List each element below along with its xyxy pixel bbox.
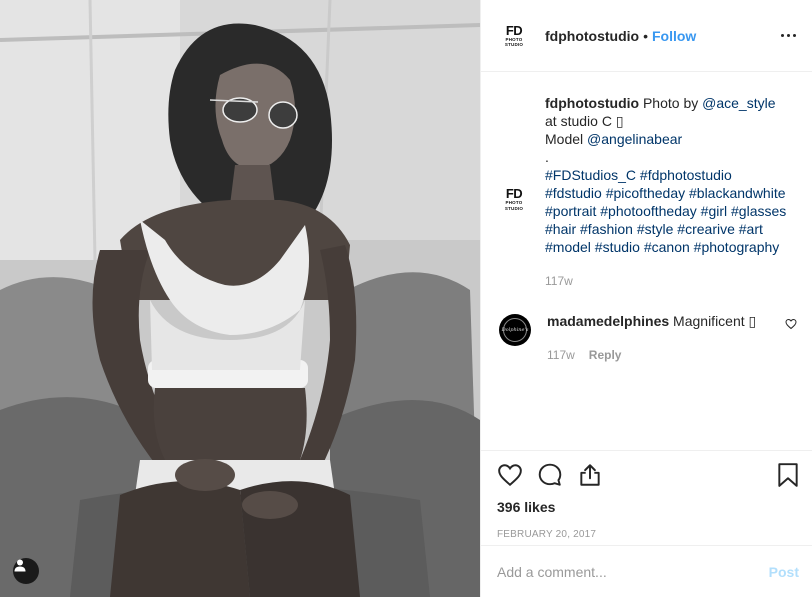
caption-part-0: Photo by <box>639 95 703 111</box>
profile-logo[interactable]: FD PHOTO STUDIO <box>499 21 529 51</box>
header-separator: • <box>643 27 648 44</box>
comment-time[interactable]: 117w <box>547 348 575 362</box>
logo-text: FD <box>505 22 523 38</box>
reply-button[interactable]: Reply <box>589 348 622 362</box>
like-heart-icon[interactable] <box>497 462 523 488</box>
add-comment-bar: Post <box>481 545 812 597</box>
caption-part-3: Model <box>545 131 584 147</box>
caption: FD PHOTO STUDIO fdphotostudio Photo by @… <box>499 94 797 290</box>
caption-logo-text: FD <box>505 186 523 201</box>
comments-section: FD PHOTO STUDIO fdphotostudio Photo by @… <box>481 72 812 450</box>
more-options-icon[interactable] <box>781 26 796 46</box>
comment-like-heart-icon[interactable] <box>785 318 797 330</box>
post-photo-illustration <box>0 0 480 597</box>
post-actions: 396 likes FEBRUARY 20, 2017 <box>481 450 812 540</box>
post-comment-button[interactable]: Post <box>769 564 799 580</box>
mention-ace-style[interactable]: @ace_style <box>702 95 775 111</box>
post-date: FEBRUARY 20, 2017 <box>497 529 597 540</box>
caption-username[interactable]: fdphotostudio <box>545 95 639 111</box>
caption-body: fdphotostudio Photo by @ace_style at stu… <box>545 94 789 290</box>
caption-meta: 117w <box>545 272 789 290</box>
comment-meta: 117w Reply <box>547 346 767 364</box>
comment-body: madamedelphines Magnificent ▯ 117w Reply <box>547 312 767 364</box>
user-tag-button[interactable] <box>12 557 40 585</box>
post-photo[interactable] <box>0 0 480 597</box>
comment-message: Magnificent ▯ <box>669 313 757 329</box>
avatar-text: Dolphine's <box>501 327 529 333</box>
post-header: FD PHOTO STUDIO fdphotostudio • Follow <box>481 0 812 72</box>
comment-item: Dolphine's madamedelphines Magnificent ▯… <box>499 312 797 364</box>
commenter-avatar[interactable]: Dolphine's <box>499 314 531 346</box>
header-username[interactable]: fdphotostudio <box>545 28 639 44</box>
share-icon[interactable] <box>577 462 603 488</box>
logo-sub2: STUDIO <box>504 42 524 47</box>
caption-text: fdphotostudio Photo by @ace_style at stu… <box>545 94 789 256</box>
comment-text: madamedelphines Magnificent ▯ <box>547 312 767 330</box>
likes-count[interactable]: 396 likes <box>497 499 799 515</box>
caption-part-5: . <box>545 149 549 165</box>
comment-input[interactable] <box>497 563 769 580</box>
avatar-ring: Dolphine's <box>501 318 529 342</box>
hashtags[interactable]: #FDStudios_C #fdphotostudio #fdstudio #p… <box>545 167 790 255</box>
bookmark-icon[interactable] <box>777 462 799 488</box>
person-icon <box>14 559 26 572</box>
caption-logo-sub2: STUDIO <box>504 205 524 211</box>
caption-time[interactable]: 117w <box>545 274 573 288</box>
comment-username[interactable]: madamedelphines <box>547 313 669 329</box>
action-icons <box>497 461 799 489</box>
caption-logo[interactable]: FD PHOTO STUDIO <box>499 184 529 214</box>
caption-logo-sub: PHOTO <box>505 200 523 205</box>
follow-button[interactable]: Follow <box>652 28 696 44</box>
post-side-panel: FD PHOTO STUDIO fdphotostudio • Follow F… <box>480 0 812 597</box>
mention-angelinabear[interactable]: @angelinabear <box>587 131 682 147</box>
comment-bubble-icon[interactable] <box>537 462 563 488</box>
